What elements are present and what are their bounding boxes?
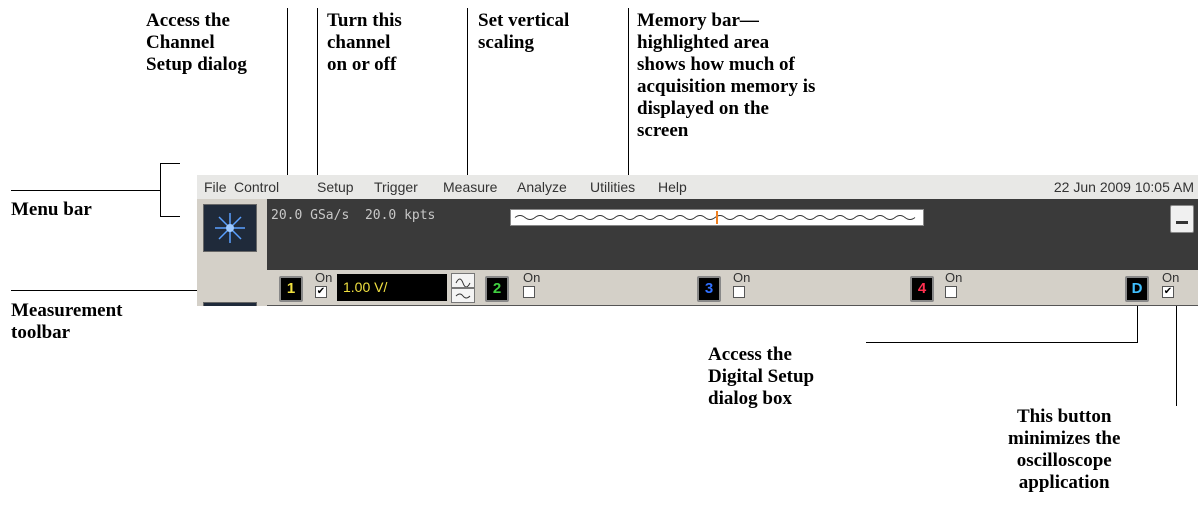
channel-4-on-label: On (945, 270, 963, 285)
channel-2-setup-button[interactable]: 2 (485, 276, 509, 302)
leader-measurement (11, 290, 197, 291)
channel-3-setup-button[interactable]: 3 (697, 276, 721, 302)
channel-2-on-label: On (523, 270, 541, 285)
digital-on-checkbox[interactable]: ✔ (1162, 286, 1174, 298)
channel-1-setup-button[interactable]: 1 (279, 276, 303, 302)
sample-rate: 20.0 GSa/s (271, 208, 350, 223)
measurement-toolbar-button[interactable] (203, 302, 257, 306)
memory-bar[interactable] (510, 209, 924, 226)
menu-measure[interactable]: Measure (443, 179, 497, 195)
menu-control[interactable]: Control (234, 179, 279, 195)
channel-1-on-checkbox[interactable]: ✔ (315, 286, 327, 298)
channel-4-setup-button[interactable]: 4 (910, 276, 934, 302)
caption-vertical-scaling: Set vertical scaling (478, 10, 570, 53)
left-toolbar (197, 199, 267, 306)
channel-1-on-label: On (315, 270, 333, 285)
leader-menu-bar-top (160, 163, 180, 164)
channel-4-on-checkbox[interactable] (945, 286, 957, 298)
menu-utilities[interactable]: Utilities (590, 179, 635, 195)
channel-row: 1 On ✔ 1.00 V/ 2 On 3 On 4 On D On ✔ (267, 270, 1198, 305)
leader-menu-bar-bottom (160, 216, 180, 217)
digital-on-label: On (1162, 270, 1180, 285)
oscilloscope-window: File Control Setup Trigger Measure Analy… (197, 175, 1198, 306)
menu-trigger[interactable]: Trigger (374, 179, 418, 195)
menu-file[interactable]: File (204, 179, 227, 195)
channel-1-scale-field[interactable]: 1.00 V/ (337, 274, 447, 301)
minimize-button[interactable] (1170, 205, 1194, 233)
caption-digital-setup: Access the Digital Setup dialog box (708, 344, 815, 409)
caption-menu-bar: Menu bar (11, 199, 92, 220)
leader-digital-h (866, 342, 1138, 343)
channel-3-on-label: On (733, 270, 751, 285)
status-area: 20.0 GSa/s 20.0 kpts 1 On ✔ 1.00 V/ 2 On (267, 199, 1198, 306)
menu-setup[interactable]: Setup (317, 179, 354, 195)
waveform-grid (267, 305, 1198, 306)
minimize-icon (1176, 221, 1188, 224)
datetime-display: 22 Jun 2009 10:05 AM (1053, 179, 1194, 195)
channel-2-on-checkbox[interactable] (523, 286, 535, 298)
caption-measurement-toolbar: Measurement toolbar (11, 300, 123, 343)
sine-down-icon (455, 293, 471, 299)
memory-bar-waveform-icon (514, 211, 916, 224)
leader-menu-bar-h (11, 190, 161, 191)
caption-turn-channel: Turn this channel on or off (327, 10, 402, 75)
acquisition-status: 20.0 GSa/s 20.0 kpts (271, 208, 435, 223)
scale-down-button[interactable] (451, 288, 475, 303)
caption-channel-setup: Access the Channel Setup dialog (146, 10, 247, 75)
agilent-logo-icon[interactable] (203, 204, 257, 252)
memory-depth: 20.0 kpts (364, 208, 436, 223)
sine-up-icon (455, 278, 471, 288)
menu-help[interactable]: Help (658, 179, 687, 195)
caption-minimize: This button minimizes the oscilloscope a… (1008, 406, 1121, 493)
menu-bar: File Control Setup Trigger Measure Analy… (197, 175, 1198, 199)
channel-3-on-checkbox[interactable] (733, 286, 745, 298)
menu-analyze[interactable]: Analyze (517, 179, 567, 195)
digital-setup-button[interactable]: D (1125, 276, 1149, 302)
caption-memory-bar: Memory bar— highlighted area shows how m… (637, 10, 816, 141)
scale-up-button[interactable] (451, 273, 475, 288)
